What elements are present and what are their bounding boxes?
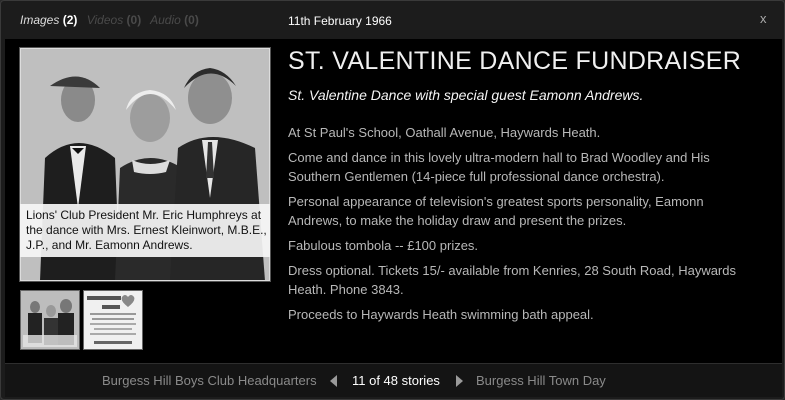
story-paragraph: At St Paul's School, Oathall Avenue, Hay… (288, 125, 601, 140)
next-story-link[interactable]: Burgess Hill Town Day (476, 373, 606, 388)
arrow-right-icon[interactable] (456, 375, 463, 387)
tab-audio[interactable]: Audio (0) (150, 13, 199, 27)
photo-thumbnail-image (21, 291, 79, 349)
story-navigation: Burgess Hill Boys Club Headquarters 11 o… (5, 363, 782, 397)
story-headline: ST. VALENTINE DANCE FUNDRAISER (288, 47, 742, 75)
poster-thumbnail[interactable] (83, 290, 143, 350)
arrow-left-icon[interactable] (330, 375, 337, 387)
story-paragraph: Proceeds to Haywards Heath swimming bath… (288, 307, 594, 322)
tab-videos[interactable]: Videos (0) (87, 13, 142, 27)
story-body: At St Paul's School, Oathall Avenue, Hay… (288, 123, 758, 330)
media-tabs: Images (2) Videos (0) Audio (0) (20, 13, 205, 27)
close-icon[interactable]: x (760, 11, 767, 26)
story-lightbox: Images (2) Videos (0) Audio (0) 11th Feb… (0, 0, 785, 400)
story-paragraph: Personal appearance of television's grea… (288, 194, 704, 228)
tab-images[interactable]: Images (2) (20, 13, 77, 27)
prev-story-link[interactable]: Burgess Hill Boys Club Headquarters (102, 373, 317, 388)
story-paragraph: Come and dance in this lovely ultra-mode… (288, 150, 710, 184)
poster-thumbnail-image (84, 291, 142, 349)
photo-caption: Lions' Club President Mr. Eric Humphreys… (20, 204, 270, 257)
story-paragraph: Dress optional. Tickets 15/- available f… (288, 263, 736, 297)
story-counter: 11 of 48 stories (352, 373, 440, 388)
main-photo[interactable]: Lions' Club President Mr. Eric Humphreys… (19, 47, 271, 282)
story-content: Lions' Club President Mr. Eric Humphreys… (5, 39, 782, 363)
story-paragraph: Fabulous tombola -- £100 prizes. (288, 238, 479, 253)
photo-thumbnail[interactable] (20, 290, 80, 350)
story-date: 11th February 1966 (288, 14, 392, 28)
story-subheadline: St. Valentine Dance with special guest E… (288, 87, 644, 103)
lightbox-header: Images (2) Videos (0) Audio (0) 11th Feb… (1, 1, 784, 39)
